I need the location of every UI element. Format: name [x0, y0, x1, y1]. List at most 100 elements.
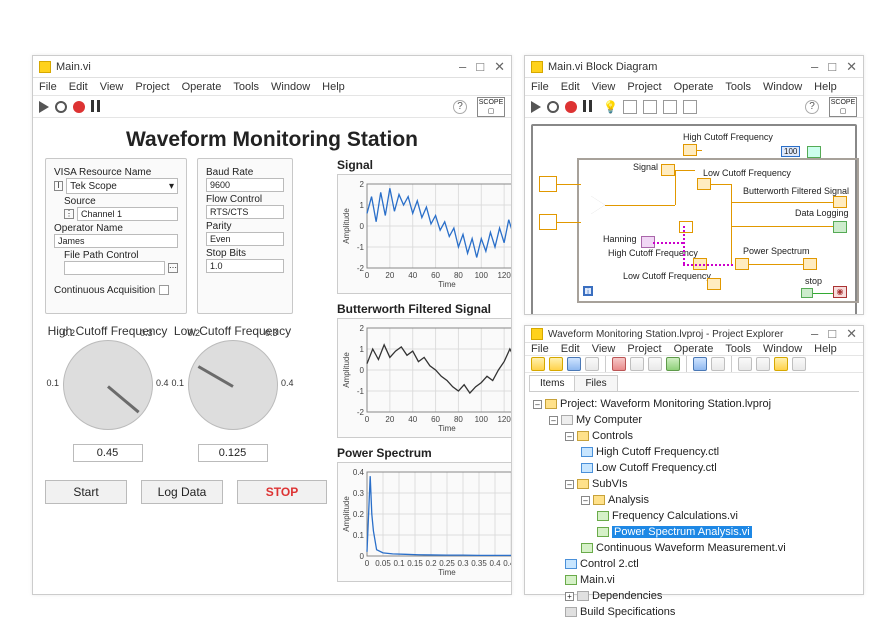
run-icon[interactable] [39, 101, 49, 113]
menu-window[interactable]: Window [763, 343, 802, 355]
browse-icon[interactable]: ⋯ [168, 263, 178, 273]
menu-project[interactable]: Project [627, 81, 661, 93]
close-icon[interactable]: ✕ [846, 59, 857, 75]
visa-field[interactable]: Tek Scope▾ [66, 178, 178, 194]
power-indicator[interactable] [803, 258, 817, 270]
stop-button[interactable]: STOP [237, 480, 327, 504]
probe-icon[interactable] [623, 100, 637, 114]
tree-vi-power[interactable]: Power Spectrum Analysis.vi [597, 524, 855, 540]
pt-filter-icon[interactable] [711, 357, 725, 371]
datalog-node[interactable] [833, 221, 847, 233]
tree-controls[interactable]: –Controls High Cutoff Frequency.ctl Low … [565, 428, 855, 476]
minimize-icon[interactable]: – [811, 326, 818, 342]
log-data-button[interactable]: Log Data [141, 480, 223, 504]
menu-file[interactable]: File [39, 81, 57, 93]
tree-mycomputer[interactable]: –My Computer –Controls High Cutoff Frequ… [549, 412, 855, 620]
tab-files[interactable]: Files [574, 375, 617, 391]
config-terminal[interactable] [539, 214, 557, 230]
flow-field[interactable]: RTS/CTS [206, 205, 284, 219]
tree-deps[interactable]: +Dependencies [565, 588, 855, 604]
tree-root[interactable]: –Project: Waveform Monitoring Station.lv… [533, 396, 855, 620]
cont-acq-checkbox[interactable] [159, 285, 169, 295]
tree-control2[interactable]: Control 2.ctl [565, 556, 855, 572]
maximize-icon[interactable]: □ [828, 59, 836, 75]
fft-subvi[interactable] [679, 221, 693, 233]
menu-view[interactable]: View [592, 81, 616, 93]
block-diagram-canvas[interactable]: High Cutoff Frequency Signal Low Cutoff … [531, 124, 857, 314]
power-term[interactable] [735, 258, 749, 270]
abort-icon[interactable] [73, 101, 85, 113]
loop-stop-terminal[interactable]: ◉ [833, 286, 847, 298]
pt-cut-icon[interactable] [612, 357, 626, 371]
source-dd-icon[interactable]: ⋮ [64, 209, 74, 219]
menu-edit[interactable]: Edit [561, 81, 580, 93]
front-titlebar[interactable]: Main.vi – □ ✕ [33, 56, 511, 78]
pt-open-icon[interactable] [549, 357, 563, 371]
high-term1[interactable] [683, 144, 697, 156]
menu-file[interactable]: File [531, 343, 549, 355]
signal-indicator[interactable] [661, 164, 675, 176]
run-icon[interactable] [531, 101, 541, 113]
menu-edit[interactable]: Edit [561, 343, 580, 355]
tree-subvis[interactable]: –SubVIs –Analysis Frequency Calculations… [565, 476, 855, 556]
close-icon[interactable]: ✕ [846, 326, 857, 342]
bulb-icon[interactable]: 💡 [603, 100, 617, 114]
menu-window[interactable]: Window [763, 81, 802, 93]
menu-help[interactable]: Help [814, 81, 837, 93]
tab-items[interactable]: Items [529, 375, 575, 391]
pt-save-icon[interactable] [567, 357, 581, 371]
iteration-terminal[interactable]: i [583, 286, 593, 296]
menu-operate[interactable]: Operate [674, 81, 714, 93]
menu-view[interactable]: View [592, 343, 616, 355]
maximize-icon[interactable]: □ [476, 59, 484, 75]
stopbits-field[interactable]: 1.0 [206, 259, 284, 273]
pt-refresh-icon[interactable] [792, 357, 806, 371]
pt-new-icon[interactable] [531, 357, 545, 371]
step-over-icon[interactable] [663, 100, 677, 114]
knob-high-value[interactable]: 0.45 [73, 444, 143, 462]
menu-help[interactable]: Help [322, 81, 345, 93]
tree-ctl-low[interactable]: Low Cutoff Frequency.ctl [581, 460, 855, 476]
timer-node[interactable] [807, 146, 821, 158]
pt-copy-icon[interactable] [630, 357, 644, 371]
tree-ctl-high[interactable]: High Cutoff Frequency.ctl [581, 444, 855, 460]
pt-saveall-icon[interactable] [585, 357, 599, 371]
bfs-indicator[interactable] [833, 196, 847, 208]
run-continuous-icon[interactable] [547, 101, 559, 113]
tree-mainvi[interactable]: Main.vi [565, 572, 855, 588]
knob-low-value[interactable]: 0.125 [198, 444, 268, 462]
close-icon[interactable]: ✕ [494, 59, 505, 75]
menu-tools[interactable]: Tools [725, 343, 751, 355]
menu-tools[interactable]: Tools [233, 81, 259, 93]
minimize-icon[interactable]: – [459, 59, 466, 75]
menu-view[interactable]: View [100, 81, 124, 93]
pt-redo-icon[interactable] [756, 357, 770, 371]
pt-run-icon[interactable] [666, 357, 680, 371]
menu-edit[interactable]: Edit [69, 81, 88, 93]
pt-undo-icon[interactable] [738, 357, 752, 371]
help-icon[interactable]: ? [453, 100, 467, 114]
block-titlebar[interactable]: Main.vi Block Diagram –□✕ [525, 56, 863, 78]
step-out-icon[interactable] [683, 100, 697, 114]
menu-window[interactable]: Window [271, 81, 310, 93]
start-button[interactable]: Start [45, 480, 127, 504]
run-continuous-icon[interactable] [55, 101, 67, 113]
filepath-field[interactable] [64, 261, 165, 275]
tree-vi-cwm[interactable]: Continuous Waveform Measurement.vi [581, 540, 855, 556]
abort-icon[interactable] [565, 101, 577, 113]
menu-tools[interactable]: Tools [725, 81, 751, 93]
menu-operate[interactable]: Operate [182, 81, 222, 93]
menu-project[interactable]: Project [135, 81, 169, 93]
step-into-icon[interactable] [643, 100, 657, 114]
read-subvi[interactable] [591, 196, 605, 214]
constant-100[interactable]: 100 [781, 146, 800, 157]
stop-button-term[interactable] [801, 288, 813, 298]
visa-terminal[interactable] [539, 176, 557, 192]
help-icon[interactable]: ? [805, 100, 819, 114]
proj-titlebar[interactable]: Waveform Monitoring Station.lvproj - Pro… [525, 326, 863, 343]
pt-resolve-icon[interactable] [774, 357, 788, 371]
maximize-icon[interactable]: □ [828, 326, 836, 342]
baud-field[interactable]: 9600 [206, 178, 284, 192]
menu-file[interactable]: File [531, 81, 549, 93]
low-term2[interactable] [707, 278, 721, 290]
